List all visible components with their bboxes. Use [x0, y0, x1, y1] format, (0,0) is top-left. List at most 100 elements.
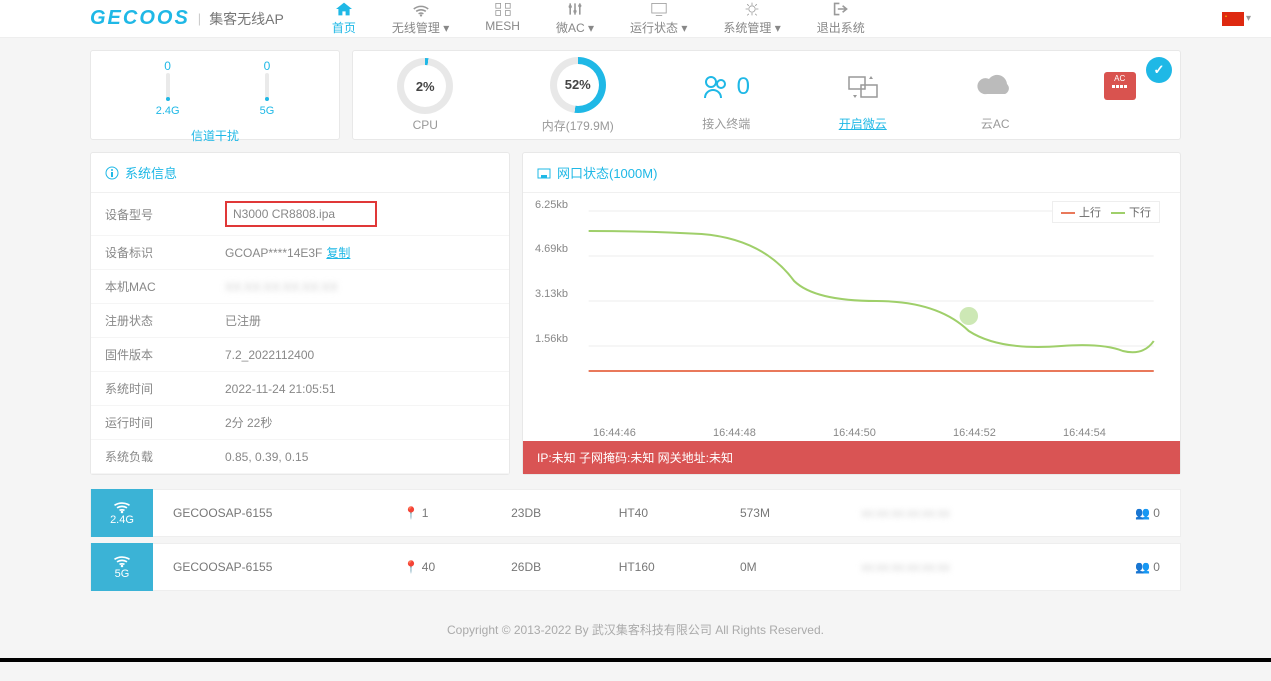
wifi-row-24g[interactable]: 2.4G GECOOSAP-6155 📍 1 23DB HT40 573M xx…: [90, 489, 1181, 537]
nav-mesh-label: MESH: [485, 19, 520, 33]
logout-icon: [831, 1, 851, 17]
nav-wireless-label: 无线管理 ▾: [392, 21, 449, 35]
metric-cloudac[interactable]: 云AC: [975, 59, 1015, 132]
language-switch[interactable]: ▾: [1222, 12, 1251, 26]
x-tick-4: 16:44:54: [1063, 427, 1106, 439]
x-tick-1: 16:44:48: [713, 427, 756, 439]
sysinfo-uptime-val: 2分 22秒: [211, 406, 509, 440]
sync-icon: [845, 73, 881, 101]
sysinfo-reg-key: 注册状态: [91, 304, 211, 338]
mesh-icon: [493, 1, 513, 17]
y-tick-3: 1.56kb: [535, 333, 568, 345]
wifi-ht: HT160: [613, 560, 734, 574]
interf-5g-value: 0: [260, 59, 275, 73]
wifi-mac: xx:xx:xx:xx:xx:xx: [855, 560, 1086, 574]
wifi-icon: [112, 554, 132, 568]
wifi-ht: HT40: [613, 506, 734, 520]
wifi-badge-24g: 2.4G: [91, 489, 153, 537]
sysinfo-model-val: N3000 CR8808.ipa: [211, 193, 509, 236]
nav-mesh[interactable]: MESH: [467, 1, 538, 36]
wifi-rate: 0M: [734, 560, 855, 574]
sysinfo-uptime-key: 运行时间: [91, 406, 211, 440]
wifi-channel: 📍 40: [398, 560, 506, 574]
wifi-db: 26DB: [505, 560, 613, 574]
port-icon: [537, 166, 551, 180]
interf-5g-label: 5G: [260, 105, 275, 117]
nav-wireless[interactable]: 无线管理 ▾: [374, 1, 467, 36]
metric-ac-label: [1104, 116, 1136, 130]
nav-runstate-label: 运行状态 ▾: [630, 21, 687, 35]
sysinfo-load-val: 0.85, 0.39, 0.15: [211, 440, 509, 474]
sysinfo-devid-key: 设备标识: [91, 236, 211, 270]
footer-copyright: Copyright © 2013-2022 By 武汉集客科技有限公司 All …: [90, 591, 1181, 658]
nav-logout-label: 退出系统: [817, 21, 865, 35]
sysinfo-panel: 系统信息 设备型号 N3000 CR8808.ipa 设备标识 GCOAP***…: [90, 152, 510, 475]
brand-logo: GECOOS: [90, 7, 190, 30]
cloud-icon: [975, 74, 1015, 100]
y-tick-1: 4.69kb: [535, 243, 568, 255]
interf-5g-bar: [265, 73, 269, 101]
x-tick-2: 16:44:50: [833, 427, 876, 439]
sysinfo-mac-val: XX:XX:XX:XX:XX:XX: [211, 270, 509, 304]
copy-link[interactable]: 复制: [326, 246, 350, 260]
nav-logout[interactable]: 退出系统: [799, 1, 883, 36]
microcloud-link[interactable]: 开启微云: [839, 115, 887, 132]
nav-home-label: 首页: [332, 21, 356, 35]
info-icon: [105, 166, 119, 180]
sysinfo-title: 系统信息: [91, 153, 509, 193]
wifi-channel: 📍 1: [398, 506, 506, 520]
y-tick-2: 3.13kb: [535, 288, 568, 300]
interf-24g-bar: [166, 73, 170, 101]
chart-legend: 上行 下行: [1052, 201, 1160, 223]
x-tick-3: 16:44:52: [953, 427, 996, 439]
mem-donut: 52%: [550, 57, 606, 113]
wifi-icon: [112, 500, 132, 514]
metric-clients[interactable]: 0 接入终端: [702, 59, 750, 132]
sysinfo-time-val: 2022-11-24 21:05:51: [211, 372, 509, 406]
chart-svg: [527, 201, 1164, 391]
gear-icon: [742, 1, 762, 17]
nav-microac[interactable]: 微AC ▾: [538, 1, 612, 36]
home-icon: [334, 1, 354, 17]
clients-count: 0: [737, 73, 750, 101]
users-icon: [703, 74, 733, 100]
sysinfo-devid-val: GCOAP****14E3F复制: [211, 236, 509, 270]
netstat-status: IP:未知 子网掩码:未知 网关地址:未知: [523, 441, 1180, 474]
interf-24g-value: 0: [156, 59, 180, 73]
nav-runstate[interactable]: 运行状态 ▾: [612, 1, 705, 36]
wifi-ssid: GECOOSAP-6155: [153, 560, 398, 574]
interf-24g-label: 2.4G: [156, 105, 180, 117]
wifi-badge-5g: 5G: [91, 543, 153, 591]
sysinfo-load-key: 系统负载: [91, 440, 211, 474]
sysinfo-model-key: 设备型号: [91, 193, 211, 236]
user-icon: 👥: [1135, 506, 1150, 520]
sysinfo-time-key: 系统时间: [91, 372, 211, 406]
channel-interference-card: 0 2.4G 0 5G 信道干扰: [90, 50, 340, 140]
nav-microac-label: 微AC ▾: [556, 21, 594, 35]
check-badge-icon[interactable]: ✓: [1146, 57, 1172, 83]
metric-mem-label: 内存(179.9M): [542, 117, 614, 134]
metric-clients-label: 接入终端: [702, 115, 750, 132]
wifi-ssid: GECOOSAP-6155: [153, 506, 398, 520]
y-tick-0: 6.25kb: [535, 199, 568, 211]
chevron-down-icon: ▾: [1246, 13, 1251, 24]
metric-ac[interactable]: AC: [1104, 60, 1136, 130]
wifi-db: 23DB: [505, 506, 613, 520]
wifi-icon: [411, 1, 431, 17]
wifi-users: 👥 0: [1086, 506, 1180, 520]
x-tick-0: 16:44:46: [593, 427, 636, 439]
nav-home[interactable]: 首页: [314, 1, 374, 36]
nav-sysmgmt[interactable]: 系统管理 ▾: [705, 1, 798, 36]
netstat-title: 网口状态(1000M): [523, 153, 1180, 193]
metric-microcloud[interactable]: 开启微云: [839, 59, 887, 132]
sliders-icon: [565, 1, 585, 17]
wifi-rate: 573M: [734, 506, 855, 520]
sysinfo-fw-val: 7.2_2022112400: [211, 338, 509, 372]
wifi-row-5g[interactable]: 5G GECOOSAP-6155 📍 40 26DB HT160 0M xx:x…: [90, 543, 1181, 591]
sysinfo-reg-val: 已注册: [211, 304, 509, 338]
flag-cn-icon: [1222, 12, 1244, 26]
topbar: GECOOS | 集客无线AP 首页 无线管理 ▾ MESH 微AC ▾ 运行状…: [0, 0, 1271, 38]
pin-icon: 📍: [404, 560, 419, 574]
metric-memory: 52% 内存(179.9M): [542, 57, 614, 134]
brand-separator: |: [198, 11, 201, 26]
